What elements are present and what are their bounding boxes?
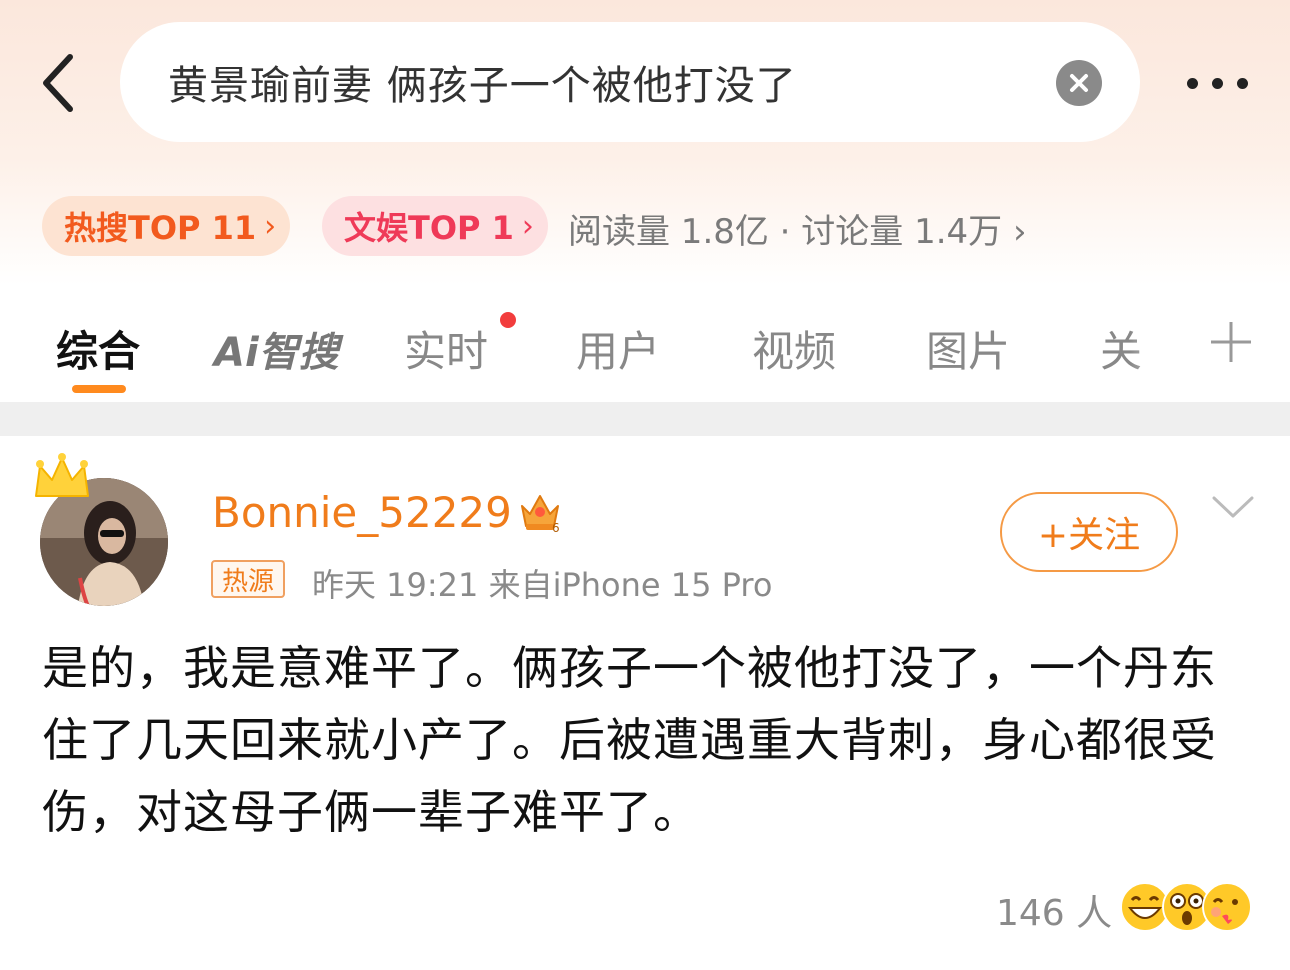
search-query-text: 黄景瑜前妻 俩孩子一个被他打没了 xyxy=(168,63,797,109)
crown-icon xyxy=(35,453,89,497)
kiss-emoji-icon xyxy=(1202,882,1252,932)
active-tab-indicator xyxy=(72,385,126,393)
post-meta: 昨天 19:21 来自iPhone 15 Pro xyxy=(312,566,773,604)
chevron-down-icon xyxy=(1212,496,1254,518)
source-badge: 热源 xyxy=(211,560,286,598)
follow-button[interactable]: +关注 xyxy=(1000,492,1178,572)
tab-comprehensive[interactable]: 综合 xyxy=(56,318,140,379)
more-options-button[interactable] xyxy=(1172,60,1262,106)
tab-ai-search[interactable]: Ai智搜 xyxy=(214,320,339,378)
reactions-count[interactable]: 146 人 xyxy=(996,884,1112,936)
more-icon xyxy=(1186,77,1198,89)
svg-text:6: 6 xyxy=(552,521,560,534)
back-arrow-icon xyxy=(43,54,73,112)
clear-icon xyxy=(1070,74,1088,92)
search-input[interactable]: 黄景瑜前妻 俩孩子一个被他打没了 xyxy=(120,22,1140,142)
back-button[interactable] xyxy=(28,48,88,118)
tab-videos[interactable]: 视频 xyxy=(752,318,836,379)
topic-stats-link[interactable]: 阅读量 1.8亿 · 讨论量 1.4万 › xyxy=(568,204,1027,253)
chevron-right-icon: › xyxy=(264,208,277,244)
tab-realtime[interactable]: 实时 xyxy=(404,318,488,379)
post-options-button[interactable] xyxy=(1208,488,1258,528)
section-divider xyxy=(0,402,1290,436)
more-icon-dot xyxy=(1236,77,1248,89)
entertainment-rank-label: 文娱TOP 1 xyxy=(344,209,514,247)
search-tabs: 综合 Ai智搜 实时 用户 视频 图片 关 xyxy=(0,290,1290,400)
more-icon-dot xyxy=(1211,77,1223,89)
post-username[interactable]: Bonnie_52229 xyxy=(212,488,512,537)
vip-crown-icon: 6 xyxy=(521,495,560,534)
hot-search-rank-badge[interactable]: 热搜TOP 11 › xyxy=(42,196,290,256)
add-tab-button[interactable] xyxy=(1206,314,1256,370)
tab-images[interactable]: 图片 xyxy=(926,318,1010,379)
new-content-dot xyxy=(500,312,516,328)
clear-search-button[interactable] xyxy=(1056,60,1102,106)
search-header: 黄景瑜前妻 俩孩子一个被他打没了 热搜TOP 11 › 文娱TOP 1 › 阅读… xyxy=(0,0,1290,285)
chevron-right-icon: › xyxy=(521,208,534,244)
entertainment-rank-badge[interactable]: 文娱TOP 1 › xyxy=(322,196,548,256)
hot-search-rank-label: 热搜TOP 11 xyxy=(64,209,257,247)
plus-icon xyxy=(1211,322,1251,362)
post-body-text: 是的，我是意难平了。俩孩子一个被他打没了，一个丹东住了几天回来就小产了。后被遭遇… xyxy=(42,641,1217,839)
tab-users[interactable]: 用户 xyxy=(576,318,660,379)
tabs-fade-overlay xyxy=(1130,290,1200,400)
